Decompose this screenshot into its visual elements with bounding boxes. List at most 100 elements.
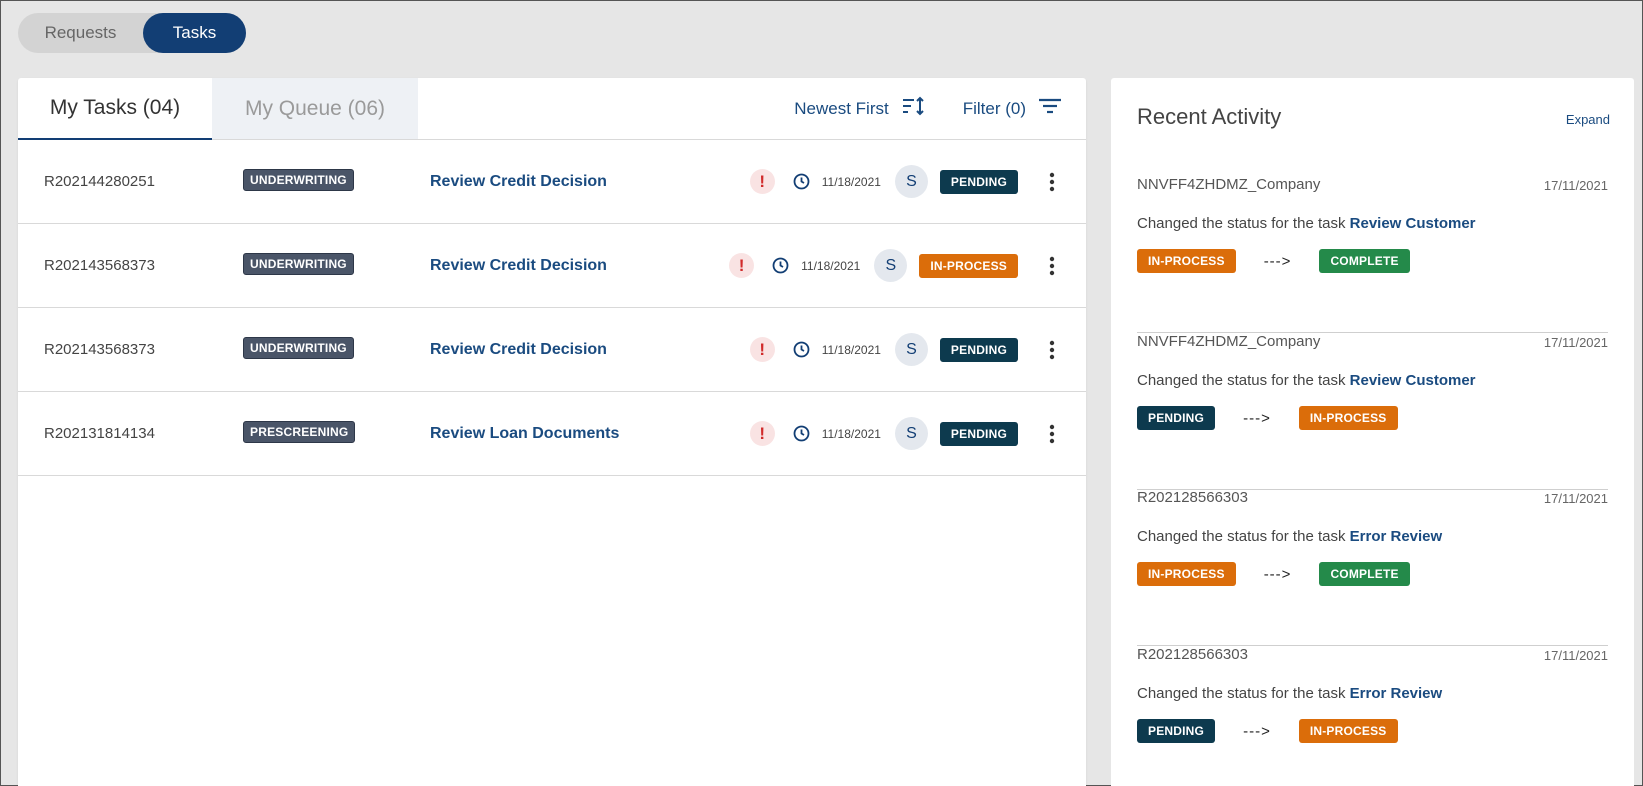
to-status-badge: IN-PROCESS bbox=[1298, 406, 1398, 430]
activity-task-link[interactable]: Error Review bbox=[1350, 685, 1443, 702]
due-date: 11/18/2021 bbox=[821, 426, 881, 441]
to-status-badge: COMPLETE bbox=[1319, 249, 1410, 273]
activity-description: Changed the status for the task bbox=[1137, 685, 1346, 702]
status-badge: IN-PROCESS bbox=[919, 253, 1018, 278]
status-badge: PENDING bbox=[939, 169, 1018, 194]
activity-text: Changed the status for the task Error Re… bbox=[1137, 685, 1442, 702]
task-request-id: R202144280251 bbox=[44, 173, 155, 190]
activity-task-link[interactable]: Review Customer bbox=[1350, 215, 1476, 232]
task-meta: ! 11/18/2021 S PENDING bbox=[749, 308, 1062, 391]
kebab-menu-icon[interactable] bbox=[1042, 424, 1062, 444]
from-status-badge: PENDING bbox=[1137, 719, 1216, 743]
task-request-id: R202131814134 bbox=[44, 425, 155, 442]
due-date: 11/18/2021 bbox=[801, 258, 861, 273]
task-request-id: R202143568373 bbox=[44, 257, 155, 274]
tasks-panel: My Tasks (04) My Queue (06) Newest First… bbox=[18, 78, 1086, 786]
activity-title: Recent Activity bbox=[1137, 104, 1282, 129]
status-transition: PENDING ---> IN-PROCESS bbox=[1137, 406, 1398, 430]
task-name-link[interactable]: Review Loan Documents bbox=[430, 392, 619, 475]
avatar: S bbox=[894, 165, 928, 198]
from-status-badge: IN-PROCESS bbox=[1137, 562, 1236, 586]
sort-button[interactable]: Newest First bbox=[794, 96, 924, 121]
table-row[interactable]: R202131814134 PRESCREENING Review Loan D… bbox=[18, 392, 1086, 476]
category-badge: PRESCREENING bbox=[243, 421, 356, 443]
avatar: S bbox=[894, 417, 928, 450]
task-meta: ! 11/18/2021 S PENDING bbox=[749, 140, 1062, 223]
recent-activity-panel: Recent Activity Expand NNVFF4ZHDMZ_Compa… bbox=[1111, 78, 1634, 786]
clock-icon bbox=[772, 257, 789, 274]
tab-my-tasks[interactable]: My Tasks (04) bbox=[18, 78, 212, 140]
table-row[interactable]: R202143568373 UNDERWRITING Review Credit… bbox=[18, 224, 1086, 308]
activity-text: Changed the status for the task Review C… bbox=[1137, 372, 1476, 389]
table-row[interactable]: R202143568373 UNDERWRITING Review Credit… bbox=[18, 308, 1086, 392]
arrow-icon: ---> bbox=[1263, 565, 1292, 583]
activity-actor: R202128566303 bbox=[1137, 646, 1248, 663]
activity-actor: R202128566303 bbox=[1137, 489, 1248, 506]
status-transition: PENDING ---> IN-PROCESS bbox=[1137, 719, 1398, 743]
category-badge: UNDERWRITING bbox=[243, 337, 354, 359]
clock-icon bbox=[793, 425, 810, 442]
clock-icon bbox=[793, 341, 810, 358]
view-toggle: Requests Tasks bbox=[18, 13, 246, 53]
from-status-badge: IN-PROCESS bbox=[1137, 249, 1236, 273]
requests-toggle-button[interactable]: Requests bbox=[18, 13, 143, 53]
filter-icon bbox=[1038, 97, 1062, 120]
activity-date: 17/11/2021 bbox=[1543, 178, 1608, 193]
task-name-link[interactable]: Review Credit Decision bbox=[430, 140, 607, 223]
activity-item: R202128566303 17/11/2021 Changed the sta… bbox=[1137, 646, 1608, 786]
expand-link[interactable]: Expand bbox=[1566, 112, 1610, 127]
status-transition: IN-PROCESS ---> COMPLETE bbox=[1137, 249, 1410, 273]
arrow-icon: ---> bbox=[1243, 722, 1271, 740]
due-date: 11/18/2021 bbox=[821, 342, 881, 357]
sort-label: Newest First bbox=[794, 98, 889, 118]
activity-date: 17/11/2021 bbox=[1543, 335, 1608, 350]
alert-icon: ! bbox=[749, 421, 775, 446]
arrow-icon: ---> bbox=[1263, 252, 1292, 270]
activity-task-link[interactable]: Review Customer bbox=[1350, 372, 1476, 389]
activity-date: 17/11/2021 bbox=[1543, 648, 1608, 663]
category-badge: UNDERWRITING bbox=[243, 253, 354, 275]
to-status-badge: COMPLETE bbox=[1319, 562, 1410, 586]
to-status-badge: IN-PROCESS bbox=[1298, 719, 1398, 743]
status-transition: IN-PROCESS ---> COMPLETE bbox=[1137, 562, 1410, 586]
category-badge: UNDERWRITING bbox=[243, 169, 354, 191]
task-list: R202144280251 UNDERWRITING Review Credit… bbox=[18, 140, 1086, 476]
activity-description: Changed the status for the task bbox=[1137, 372, 1346, 389]
task-request-id: R202143568373 bbox=[44, 341, 155, 358]
status-badge: PENDING bbox=[939, 337, 1018, 362]
clock-icon bbox=[793, 173, 810, 190]
activity-item: R202128566303 17/11/2021 Changed the sta… bbox=[1137, 489, 1608, 646]
filter-button[interactable]: Filter (0) bbox=[963, 97, 1062, 120]
tab-my-queue[interactable]: My Queue (06) bbox=[212, 78, 418, 139]
alert-icon: ! bbox=[729, 253, 755, 278]
tasks-panel-header: My Tasks (04) My Queue (06) Newest First… bbox=[18, 78, 1086, 140]
tasks-toggle-button[interactable]: Tasks bbox=[143, 13, 246, 53]
task-meta: ! 11/18/2021 S IN-PROCESS bbox=[729, 224, 1062, 307]
arrow-icon: ---> bbox=[1243, 409, 1271, 427]
avatar: S bbox=[874, 249, 908, 282]
kebab-menu-icon[interactable] bbox=[1042, 256, 1062, 276]
task-meta: ! 11/18/2021 S PENDING bbox=[749, 392, 1062, 475]
kebab-menu-icon[interactable] bbox=[1042, 340, 1062, 360]
activity-description: Changed the status for the task bbox=[1137, 215, 1346, 232]
table-row[interactable]: R202144280251 UNDERWRITING Review Credit… bbox=[18, 140, 1086, 224]
due-date: 11/18/2021 bbox=[821, 174, 881, 189]
task-name-link[interactable]: Review Credit Decision bbox=[430, 308, 607, 391]
header-actions: Newest First Filter (0) bbox=[794, 78, 1062, 139]
kebab-menu-icon[interactable] bbox=[1042, 172, 1062, 192]
filter-label: Filter (0) bbox=[962, 98, 1026, 118]
activity-actor: NNVFF4ZHDMZ_Company bbox=[1137, 333, 1321, 350]
activity-date: 17/11/2021 bbox=[1543, 491, 1608, 506]
alert-icon: ! bbox=[749, 169, 775, 194]
activity-item: NNVFF4ZHDMZ_Company 17/11/2021 Changed t… bbox=[1137, 176, 1608, 333]
task-name-link[interactable]: Review Credit Decision bbox=[430, 224, 607, 307]
sort-icon bbox=[901, 96, 925, 121]
avatar: S bbox=[894, 333, 928, 366]
activity-text: Changed the status for the task Review C… bbox=[1137, 215, 1476, 232]
activity-actor: NNVFF4ZHDMZ_Company bbox=[1137, 176, 1321, 193]
from-status-badge: PENDING bbox=[1137, 406, 1216, 430]
activity-text: Changed the status for the task Error Re… bbox=[1137, 528, 1442, 545]
activity-description: Changed the status for the task bbox=[1137, 528, 1346, 545]
activity-task-link[interactable]: Error Review bbox=[1350, 528, 1443, 545]
status-badge: PENDING bbox=[939, 421, 1018, 446]
